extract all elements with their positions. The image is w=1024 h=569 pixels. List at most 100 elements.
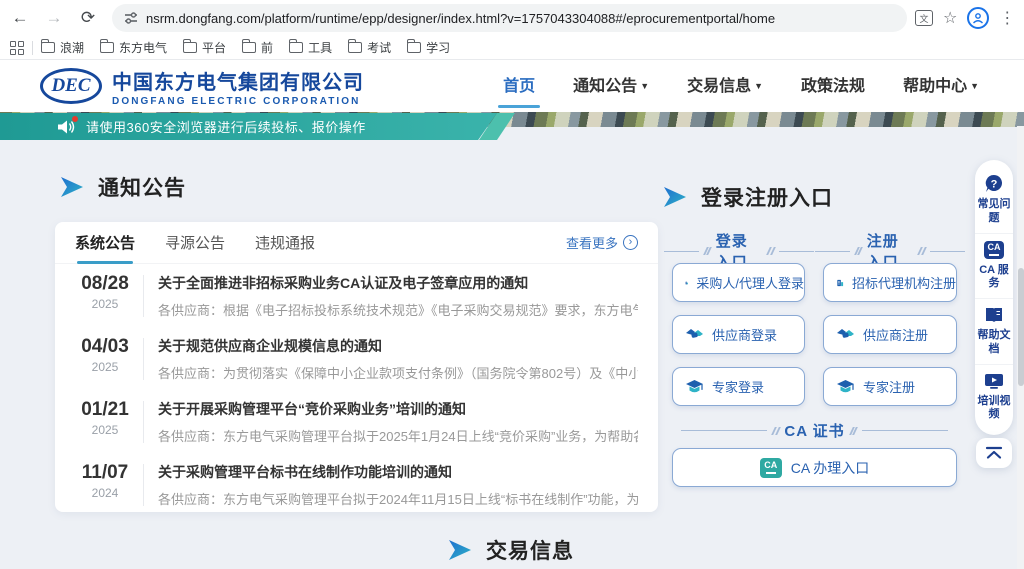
ca-badge-icon: CA bbox=[760, 458, 782, 478]
notice-date: 04/03 2025 bbox=[75, 336, 135, 382]
notice-tabs: 系统公告 寻源公告 违规通报 查看更多 › bbox=[55, 222, 658, 264]
building-icon bbox=[836, 274, 844, 292]
notice-title[interactable]: 关于开展采购管理平台“竞价采购业务”培训的通知 bbox=[158, 399, 638, 419]
entry-button-grid: 采购人/代理人登录 招标代理机构注册 供应商登录 bbox=[672, 263, 957, 406]
supplier-register-button[interactable]: 供应商注册 bbox=[823, 315, 957, 354]
divider bbox=[143, 464, 144, 506]
tab-violation-reports[interactable]: 违规通报 bbox=[255, 222, 315, 264]
question-bubble-icon: ? bbox=[984, 174, 1004, 194]
bookmark-folder[interactable]: 东方电气 bbox=[100, 39, 167, 56]
company-name-en: DONGFANG ELECTRIC CORPORATION bbox=[112, 96, 364, 107]
arrow-circle-icon: › bbox=[623, 235, 638, 250]
rail-faq[interactable]: ? 常见问题 bbox=[975, 168, 1013, 233]
ribbon-text: 请使用360安全浏览器进行后续投标、报价操作 bbox=[86, 117, 366, 136]
building-icon bbox=[685, 274, 688, 292]
bookmark-label: 平台 bbox=[202, 39, 226, 56]
bookmark-folder[interactable]: 前 bbox=[242, 39, 273, 56]
back-to-top-button[interactable] bbox=[976, 438, 1012, 468]
tab-system-notices[interactable]: 系统公告 bbox=[75, 222, 135, 264]
ca-apply-button[interactable]: CA CA 办理入口 bbox=[672, 448, 957, 487]
notice-item[interactable]: 01/21 2025 关于开展采购管理平台“竞价采购业务”培训的通知 各供应商：… bbox=[55, 390, 658, 453]
notice-summary: 各供应商：东方电气采购管理平台拟于2024年11月15日上线“标书在线制作”功能… bbox=[158, 489, 638, 508]
purchaser-login-button[interactable]: 采购人/代理人登录 bbox=[672, 263, 805, 302]
login-section-title: 登录注册入口 bbox=[663, 182, 833, 212]
profile-avatar[interactable] bbox=[967, 7, 989, 29]
bookmark-star-icon[interactable]: ☆ bbox=[943, 8, 957, 28]
bookmark-folder[interactable]: 工具 bbox=[289, 39, 332, 56]
translate-icon[interactable]: 文 bbox=[915, 10, 933, 26]
notice-date: 01/21 2025 bbox=[75, 399, 135, 445]
rail-ca-service[interactable]: CA CA 服务 bbox=[975, 233, 1013, 299]
rail-training-videos[interactable]: 培训视频 bbox=[975, 364, 1013, 430]
nav-help-center[interactable]: 帮助中心▼ bbox=[903, 72, 979, 100]
notice-summary: 各供应商：东方电气采购管理平台拟于2025年1月24日上线“竞价采购”业务，为帮… bbox=[158, 426, 638, 445]
notice-date: 08/28 2025 bbox=[75, 273, 135, 319]
notice-title[interactable]: 关于采购管理平台标书在线制作功能培训的通知 bbox=[158, 462, 638, 482]
folder-icon bbox=[407, 42, 421, 53]
expert-login-button[interactable]: 专家登录 bbox=[672, 367, 805, 406]
person-icon bbox=[972, 12, 984, 24]
bookmark-label: 考试 bbox=[367, 39, 391, 56]
bookmark-label: 东方电气 bbox=[119, 39, 167, 56]
section-arrow-icon bbox=[663, 186, 687, 208]
company-name-cn: 中国东方电气集团有限公司 bbox=[112, 66, 364, 95]
bookmark-label: 工具 bbox=[308, 39, 332, 56]
nav-policies[interactable]: 政策法规 bbox=[801, 72, 865, 100]
bookmark-label: 学习 bbox=[426, 39, 450, 56]
browser-toolbar: ← → ⟳ nsrm.dongfang.com/platform/runtime… bbox=[0, 0, 1024, 36]
apps-grid-icon[interactable] bbox=[10, 41, 24, 55]
nav-trade-info[interactable]: 交易信息▼ bbox=[687, 72, 763, 100]
notice-item[interactable]: 08/28 2025 关于全面推进非招标采购业务CA认证及电子签章应用的通知 各… bbox=[55, 264, 658, 327]
bookmark-folder[interactable]: 考试 bbox=[348, 39, 391, 56]
tab-sourcing-notices[interactable]: 寻源公告 bbox=[165, 222, 225, 264]
handshake-icon bbox=[685, 326, 704, 344]
forward-icon[interactable]: → bbox=[40, 4, 68, 32]
handshake-icon bbox=[836, 326, 855, 344]
bookmark-folder[interactable]: 浪潮 bbox=[41, 39, 84, 56]
view-more-link[interactable]: 查看更多 › bbox=[566, 233, 638, 252]
notice-summary: 各供应商：为贯彻落实《保障中小企业款项支付条例》（国务院令第802号）及《中小企… bbox=[158, 363, 638, 382]
ca-card-icon: CA bbox=[984, 240, 1004, 260]
section-arrow-icon bbox=[448, 539, 472, 561]
alert-dot bbox=[72, 116, 78, 122]
nav-home[interactable]: 首页 bbox=[503, 72, 535, 100]
bookmark-folder[interactable]: 学习 bbox=[407, 39, 450, 56]
ca-subheader: CA 证书 bbox=[672, 420, 957, 441]
announcement-ribbon: 请使用360安全浏览器进行后续投标、报价操作 bbox=[0, 113, 497, 140]
notice-date: 11/07 2024 bbox=[75, 462, 135, 508]
training-video-icon bbox=[984, 371, 1004, 391]
nav-notices[interactable]: 通知公告▼ bbox=[573, 72, 649, 100]
reload-icon[interactable]: ⟳ bbox=[74, 4, 102, 32]
scrollbar-thumb[interactable] bbox=[1018, 268, 1024, 386]
url-text: nsrm.dongfang.com/platform/runtime/epp/d… bbox=[146, 11, 775, 26]
divider bbox=[143, 401, 144, 443]
site-settings-icon bbox=[124, 11, 138, 25]
notice-title[interactable]: 关于规范供应商企业规模信息的通知 bbox=[158, 336, 638, 356]
floating-rail: ? 常见问题 CA CA 服务 帮助文档 bbox=[975, 160, 1013, 435]
folder-icon bbox=[348, 42, 362, 53]
expert-register-button[interactable]: 专家注册 bbox=[823, 367, 957, 406]
folder-icon bbox=[289, 42, 303, 53]
company-logo[interactable]: DEC 中国东方电气集团有限公司 DONGFANG ELECTRIC CORPO… bbox=[40, 66, 364, 107]
bookmarks-bar: 浪潮 东方电气 平台 前 工具 考试 学习 bbox=[0, 36, 1024, 60]
notice-section-title: 通知公告 bbox=[60, 172, 186, 202]
notice-card: 系统公告 寻源公告 违规通报 查看更多 › 08/28 2025 关于全面推进非… bbox=[55, 222, 658, 512]
notice-summary: 各供应商：根据《电子招标投标系统技术规范》《电子采购交易规范》要求，东方电气采购… bbox=[158, 300, 638, 319]
menu-kebab-icon[interactable]: ⋮ bbox=[999, 8, 1015, 28]
graduation-cap-icon bbox=[685, 378, 704, 396]
folder-icon bbox=[41, 42, 55, 53]
rail-help-docs[interactable]: 帮助文档 bbox=[975, 298, 1013, 364]
supplier-login-button[interactable]: 供应商登录 bbox=[672, 315, 805, 354]
bookmark-label: 浪潮 bbox=[60, 39, 84, 56]
folder-icon bbox=[183, 42, 197, 53]
trade-section-title: 交易信息 bbox=[448, 535, 574, 565]
notice-item[interactable]: 04/03 2025 关于规范供应商企业规模信息的通知 各供应商：为贯彻落实《保… bbox=[55, 327, 658, 390]
notice-item[interactable]: 11/07 2024 关于采购管理平台标书在线制作功能培训的通知 各供应商：东方… bbox=[55, 453, 658, 516]
address-bar[interactable]: nsrm.dongfang.com/platform/runtime/epp/d… bbox=[112, 4, 907, 32]
folder-icon bbox=[100, 42, 114, 53]
bookmark-folder[interactable]: 平台 bbox=[183, 39, 226, 56]
screen: ← → ⟳ nsrm.dongfang.com/platform/runtime… bbox=[0, 0, 1024, 569]
back-icon[interactable]: ← bbox=[6, 4, 34, 32]
notice-title[interactable]: 关于全面推进非招标采购业务CA认证及电子签章应用的通知 bbox=[158, 273, 638, 293]
agency-register-button[interactable]: 招标代理机构注册 bbox=[823, 263, 957, 302]
